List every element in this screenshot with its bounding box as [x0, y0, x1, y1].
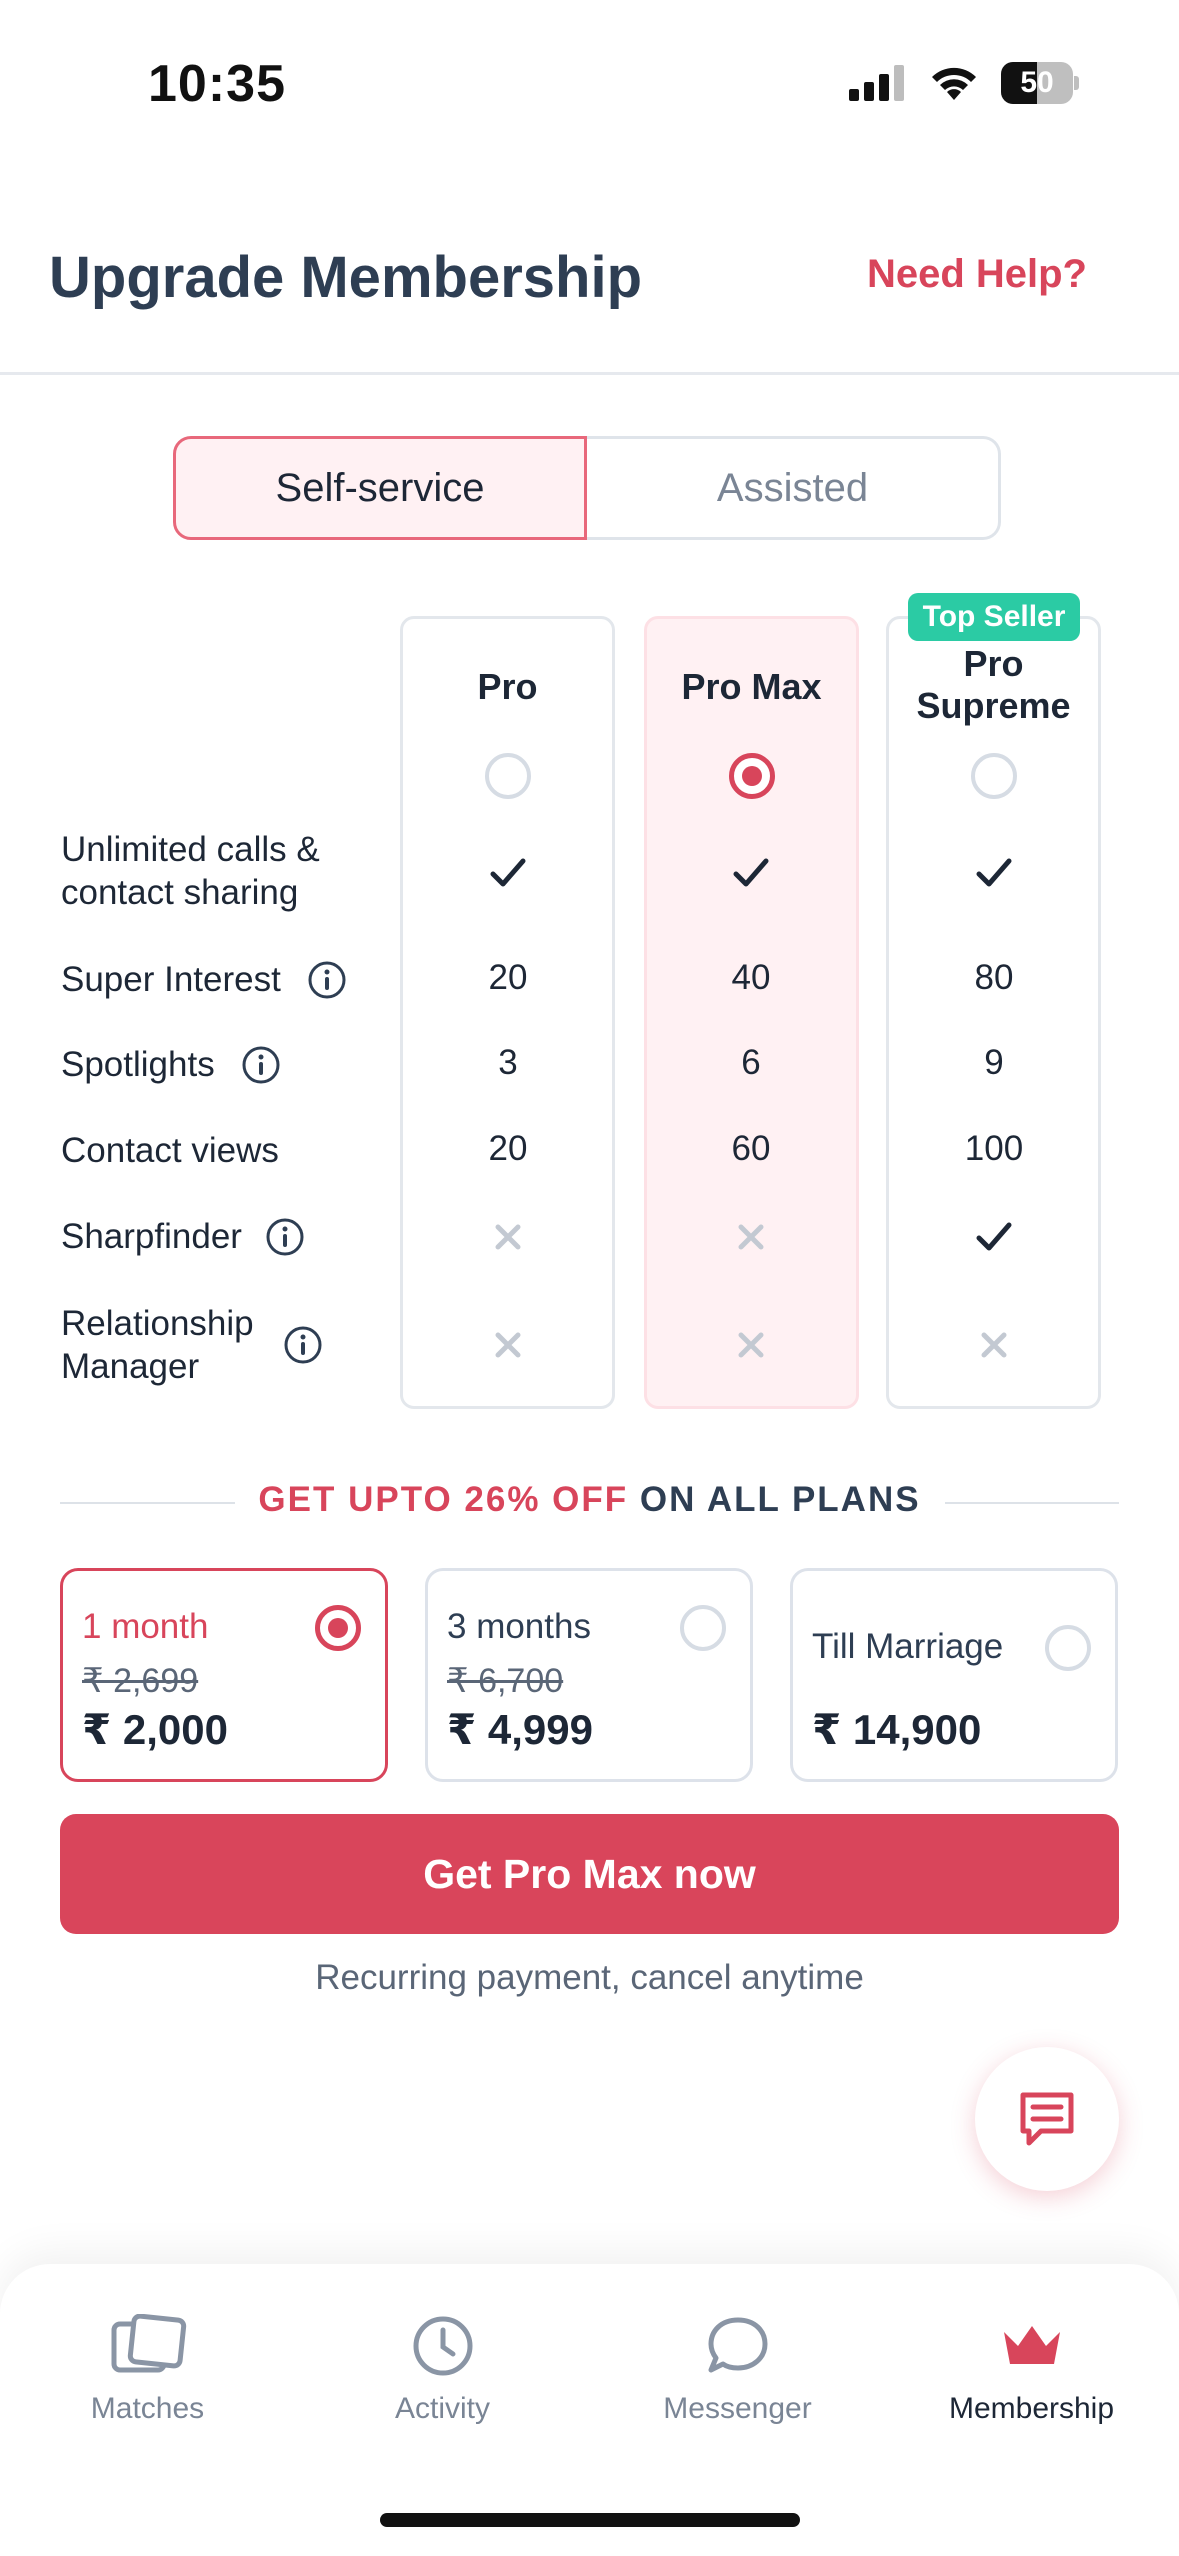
cross-icon [738, 1224, 764, 1250]
super-interest-pro: 20 [488, 958, 528, 997]
check-icon [976, 1222, 1012, 1251]
home-indicator [380, 2513, 800, 2527]
plan-column-pro[interactable]: Pro [400, 616, 615, 1409]
discounted-price: ₹ 4,999 [447, 1706, 593, 1753]
duration-card-3-months[interactable]: 3 months ₹ 6,700 ₹ 4,999 [425, 1568, 753, 1782]
check-icon [490, 858, 526, 887]
plan-column-pro-max[interactable]: Pro Max [644, 616, 859, 1409]
feature-label: Unlimited calls & contact sharing [61, 830, 320, 912]
original-price: ₹ 2,699 [82, 1662, 199, 1700]
signal-icon [849, 65, 904, 101]
get-pro-max-button[interactable]: Get Pro Max now [60, 1814, 1119, 1934]
feature-label: Contact views [61, 1131, 279, 1170]
cross-icon [981, 1332, 1007, 1358]
wifi-icon [932, 67, 976, 100]
spotlights-pro: 3 [498, 1043, 518, 1082]
info-icon[interactable] [241, 1045, 281, 1085]
nav-label: Activity [394, 2392, 490, 2425]
duration-radio[interactable] [315, 1605, 361, 1651]
plan-name: Pro [477, 666, 538, 707]
page-title: Upgrade Membership [49, 245, 642, 310]
duration-label: 1 month [82, 1607, 209, 1646]
cross-icon [738, 1332, 764, 1358]
plan-radio-pro-max[interactable] [729, 753, 775, 799]
plan-name: Pro Supreme [916, 643, 1071, 726]
header-divider [0, 372, 1179, 375]
discount-banner: GET UPTO 26% OFF ON ALL PLANS [0, 1480, 1179, 1520]
check-icon [733, 858, 769, 887]
crown-icon [1003, 2326, 1060, 2364]
discount-rest: ON ALL PLANS [639, 1480, 921, 1519]
duration-radio[interactable] [1045, 1625, 1091, 1671]
super-interest-pro-supreme: 80 [974, 958, 1014, 997]
tab-self-service[interactable]: Self-service [173, 436, 587, 540]
cross-icon [495, 1224, 521, 1250]
duration-card-1-month[interactable]: 1 month ₹ 2,699 ₹ 2,000 [60, 1568, 388, 1782]
check-icon [976, 858, 1012, 887]
original-price: ₹ 6,700 [447, 1662, 564, 1700]
chat-support-button[interactable] [975, 2047, 1119, 2191]
discounted-price: ₹ 2,000 [82, 1706, 228, 1753]
status-icons: 50 [849, 62, 1079, 104]
plan-radio-pro-supreme[interactable] [971, 753, 1017, 799]
nav-item-messenger[interactable]: Messenger [590, 2264, 885, 2464]
discount-highlight: GET UPTO 26% OFF [258, 1480, 629, 1519]
duration-label: Till Marriage [812, 1627, 1004, 1666]
plan-name: Pro Max [681, 666, 822, 707]
spotlights-pro-supreme: 9 [984, 1043, 1004, 1082]
duration-radio[interactable] [680, 1605, 726, 1651]
battery-icon: 50 [1001, 62, 1079, 104]
duration-card-till-marriage[interactable]: Till Marriage ₹ 14,900 [790, 1568, 1118, 1782]
spotlights-pro-max: 6 [741, 1043, 761, 1082]
contact-views-pro-max: 60 [731, 1129, 771, 1168]
discounted-price: ₹ 14,900 [812, 1706, 982, 1753]
feature-label: Super Interest [61, 960, 281, 999]
duration-label: 3 months [447, 1607, 591, 1646]
chat-bubble-icon [708, 2317, 767, 2373]
need-help-link[interactable]: Need Help? [867, 252, 1087, 297]
chat-support-icon [1020, 2092, 1074, 2146]
top-seller-badge: Top Seller [908, 593, 1080, 641]
plan-radio-pro[interactable] [485, 753, 531, 799]
nav-label: Matches [90, 2392, 205, 2425]
info-icon[interactable] [307, 960, 347, 1000]
nav-item-activity[interactable]: Activity [295, 2264, 590, 2464]
clock-icon [413, 2316, 472, 2376]
contact-views-pro-supreme: 100 [964, 1129, 1024, 1168]
nav-item-membership[interactable]: Membership [884, 2264, 1179, 2464]
recurring-payment-note: Recurring payment, cancel anytime [315, 1958, 864, 1997]
info-icon[interactable] [265, 1217, 305, 1257]
info-icon[interactable] [283, 1325, 323, 1365]
nav-item-matches[interactable]: Matches [0, 2264, 295, 2464]
plan-column-pro-supreme[interactable]: Pro Supreme [886, 616, 1101, 1409]
contact-views-pro: 20 [488, 1129, 528, 1168]
super-interest-pro-max: 40 [731, 958, 771, 997]
feature-label: Spotlights [61, 1045, 215, 1084]
tab-assisted[interactable]: Assisted [587, 436, 1001, 540]
feature-label: Sharpfinder [61, 1217, 242, 1256]
cross-icon [495, 1332, 521, 1358]
cards-icon [111, 2314, 186, 2373]
nav-label: Messenger [663, 2392, 812, 2425]
feature-label: Relationship Manager [61, 1304, 254, 1386]
battery-level: 50 [1020, 66, 1054, 99]
status-time: 10:35 [148, 55, 286, 113]
nav-label: Membership [948, 2392, 1115, 2425]
